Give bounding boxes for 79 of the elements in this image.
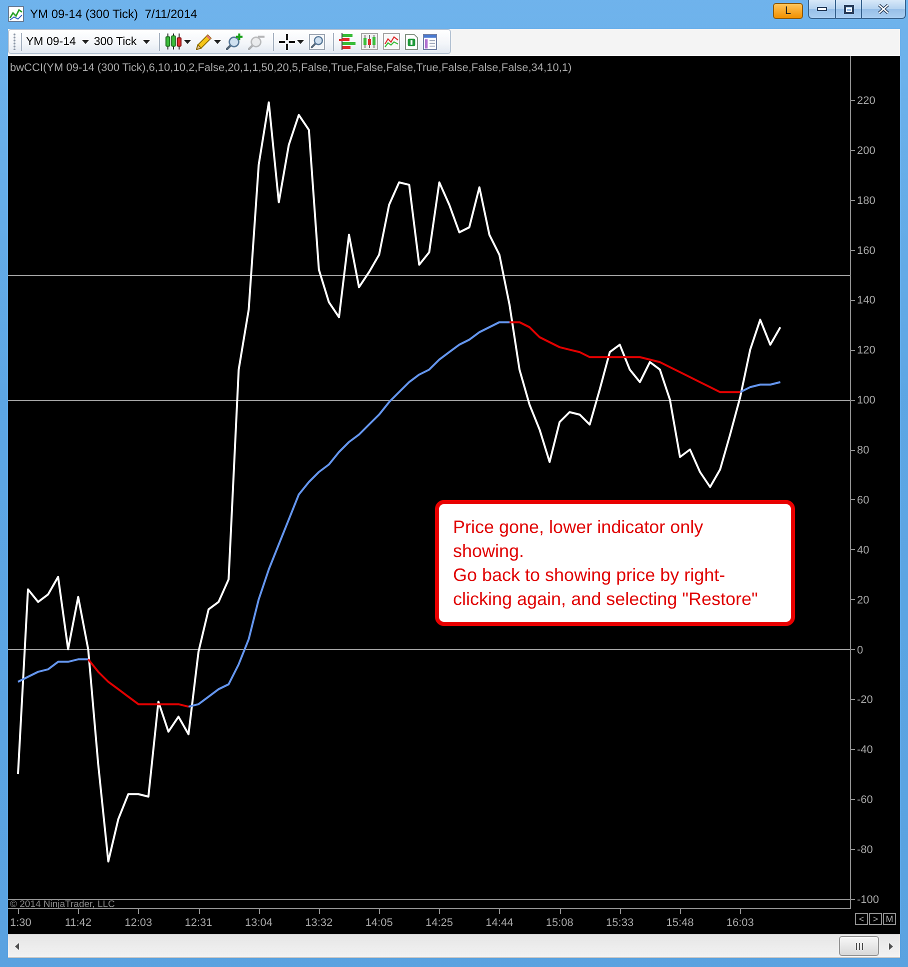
- callout-text: Go back to showing price by right-clicking again, and selecting "Restore": [453, 564, 759, 611]
- chart-icon: [8, 6, 24, 22]
- minimize-icon: [817, 7, 827, 11]
- window-icon: [423, 34, 438, 50]
- axis-label: 14:25: [426, 917, 454, 929]
- pencil-icon: [196, 34, 212, 50]
- axis-label: 16:03: [726, 917, 754, 929]
- axis-label: 12:03: [124, 917, 152, 929]
- axis-label: -60: [857, 794, 873, 806]
- axis-label: 0: [857, 644, 864, 656]
- maximize-button[interactable]: [836, 0, 862, 19]
- indicator-label: bwCCI(YM 09-14 (300 Tick),6,10,10,2,False,20,1,1,50,20,5,False,True,False,False,True,False,False,False,34,10,1): [10, 62, 572, 74]
- axis-label: 60: [857, 494, 870, 506]
- caret-icon: [184, 40, 192, 44]
- line-chart-icon: [383, 33, 400, 50]
- axis-label: 1:30: [10, 917, 32, 929]
- axis-label: 40: [857, 544, 870, 556]
- axis-label: 15:08: [546, 917, 574, 929]
- window-title: YM 09-14 (300 Tick) 7/11/2014: [30, 6, 198, 20]
- close-button[interactable]: [862, 0, 906, 19]
- axis-label: 11:42: [64, 917, 92, 929]
- axis-label: -80: [857, 844, 873, 856]
- callout-text: Price gone, lower indicator only showing.: [453, 516, 704, 563]
- document-button[interactable]: [405, 32, 418, 52]
- nav-button[interactable]: >: [869, 913, 882, 925]
- grip-icon[interactable]: [13, 33, 16, 50]
- maximize-icon: [844, 4, 854, 14]
- axis-label: 15:33: [606, 917, 634, 929]
- axis-label: 80: [857, 444, 870, 457]
- nav-button[interactable]: M: [883, 913, 896, 925]
- axis-label: 120: [857, 344, 876, 357]
- minimize-button[interactable]: [808, 0, 836, 19]
- crosshair-button[interactable]: [279, 32, 296, 52]
- candlestick-chart-button[interactable]: [361, 32, 378, 52]
- axis-label: 14:44: [486, 917, 514, 929]
- l-button[interactable]: L: [773, 3, 803, 19]
- horizontal-bars-icon: [339, 33, 356, 50]
- grip-icon: [856, 942, 862, 950]
- caret-icon: [214, 40, 222, 44]
- bars-button[interactable]: [339, 32, 356, 52]
- close-icon: [878, 4, 889, 14]
- line-chart-button[interactable]: [383, 32, 400, 52]
- crosshair-icon: [279, 34, 296, 50]
- axis-label: 14:05: [365, 917, 393, 929]
- dropdown-button[interactable]: 300 Tick: [92, 32, 152, 52]
- zoom-button[interactable]: [309, 32, 326, 52]
- window-button[interactable]: [423, 32, 438, 52]
- chart-style-button[interactable]: [165, 32, 182, 52]
- axis-label: 13:32: [305, 917, 333, 929]
- axis-label: 160: [857, 244, 876, 257]
- caret-icon: [142, 40, 150, 44]
- caret-icon: [297, 40, 304, 44]
- zoom-in-button[interactable]: [226, 32, 244, 52]
- axis-label: 180: [857, 194, 876, 207]
- axis-label: 140: [857, 294, 876, 307]
- nav-button[interactable]: <: [855, 913, 868, 925]
- magnifier-icon: [309, 34, 326, 50]
- axis-label: -100: [857, 894, 880, 906]
- copyright-text: © 2014 NinjaTrader, LLC: [10, 899, 115, 910]
- axis-label: 100: [857, 394, 876, 407]
- right-arrow-icon: [889, 942, 893, 950]
- axis-label: 200: [857, 144, 876, 157]
- axis-label: -40: [857, 744, 873, 756]
- axis-label: 13:04: [244, 917, 272, 929]
- axis-label: 220: [857, 94, 876, 107]
- axis-label: 12:31: [184, 917, 212, 929]
- axis-label: 20: [857, 594, 870, 606]
- scroll-thumb[interactable]: [839, 936, 879, 956]
- caret-icon: [82, 40, 89, 44]
- document-icon: [405, 34, 418, 50]
- axis-label: 15:48: [666, 917, 694, 929]
- candlestick-chart-icon: [361, 33, 378, 50]
- zoom-in-icon: [226, 33, 244, 50]
- dropdown-button[interactable]: YM 09-14: [25, 32, 91, 52]
- drawing-tool-button[interactable]: [196, 32, 212, 52]
- left-arrow-icon: [15, 942, 19, 950]
- axis-label: -20: [857, 694, 873, 706]
- candlestick-icon: [165, 33, 182, 50]
- zoom-out-icon: [248, 33, 266, 50]
